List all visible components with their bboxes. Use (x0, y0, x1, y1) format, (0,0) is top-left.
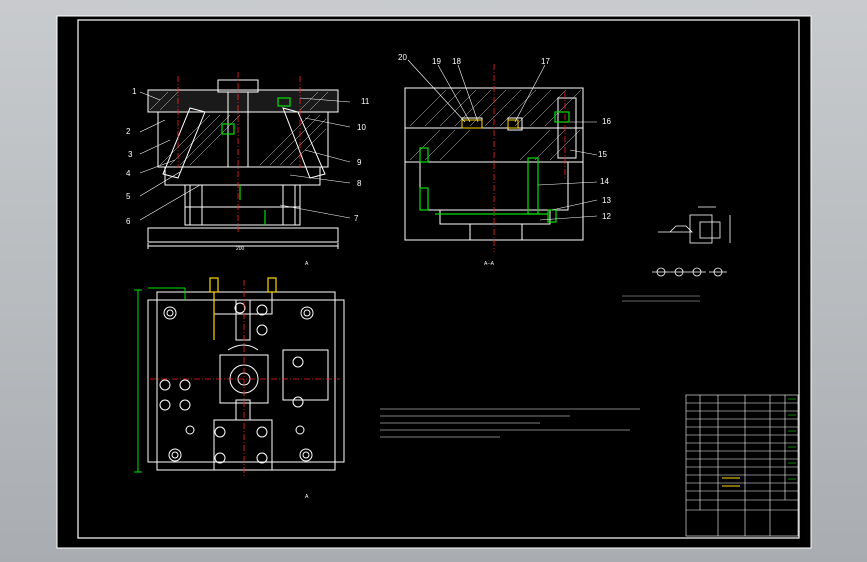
callout-12: 12 (602, 212, 611, 221)
callout-10: 10 (357, 123, 366, 132)
callout-1: 1 (132, 87, 137, 96)
callout-9: 9 (357, 158, 362, 167)
section-marker-bottom: A (305, 494, 309, 500)
callout-7: 7 (354, 214, 359, 223)
callout-18: 18 (452, 57, 461, 66)
front-section-view (147, 79, 339, 249)
callout-11: 11 (361, 97, 370, 106)
section-marker-top: A (305, 261, 309, 267)
technical-notes (380, 408, 640, 438)
plan-view (147, 291, 345, 471)
callout-5: 5 (126, 192, 131, 201)
callout-14: 14 (600, 177, 609, 186)
callout-4: 4 (126, 169, 131, 178)
callout-3: 3 (128, 150, 133, 159)
cad-drawing[interactable]: 1 2 3 4 5 6 7 8 9 10 11 200 20 19 18 17 … (0, 0, 867, 562)
dimension-label: 200 (236, 246, 245, 252)
callout-8: 8 (357, 179, 362, 188)
callout-20: 20 (398, 53, 407, 62)
callout-15: 15 (598, 150, 607, 159)
callout-2: 2 (126, 127, 131, 136)
callout-16: 16 (602, 117, 611, 126)
callout-17: 17 (541, 57, 550, 66)
callout-19: 19 (432, 57, 441, 66)
title-block (685, 394, 799, 537)
callout-6: 6 (126, 217, 131, 226)
section-label: A--A (484, 261, 495, 267)
detail-view (622, 206, 731, 302)
callout-13: 13 (602, 196, 611, 205)
